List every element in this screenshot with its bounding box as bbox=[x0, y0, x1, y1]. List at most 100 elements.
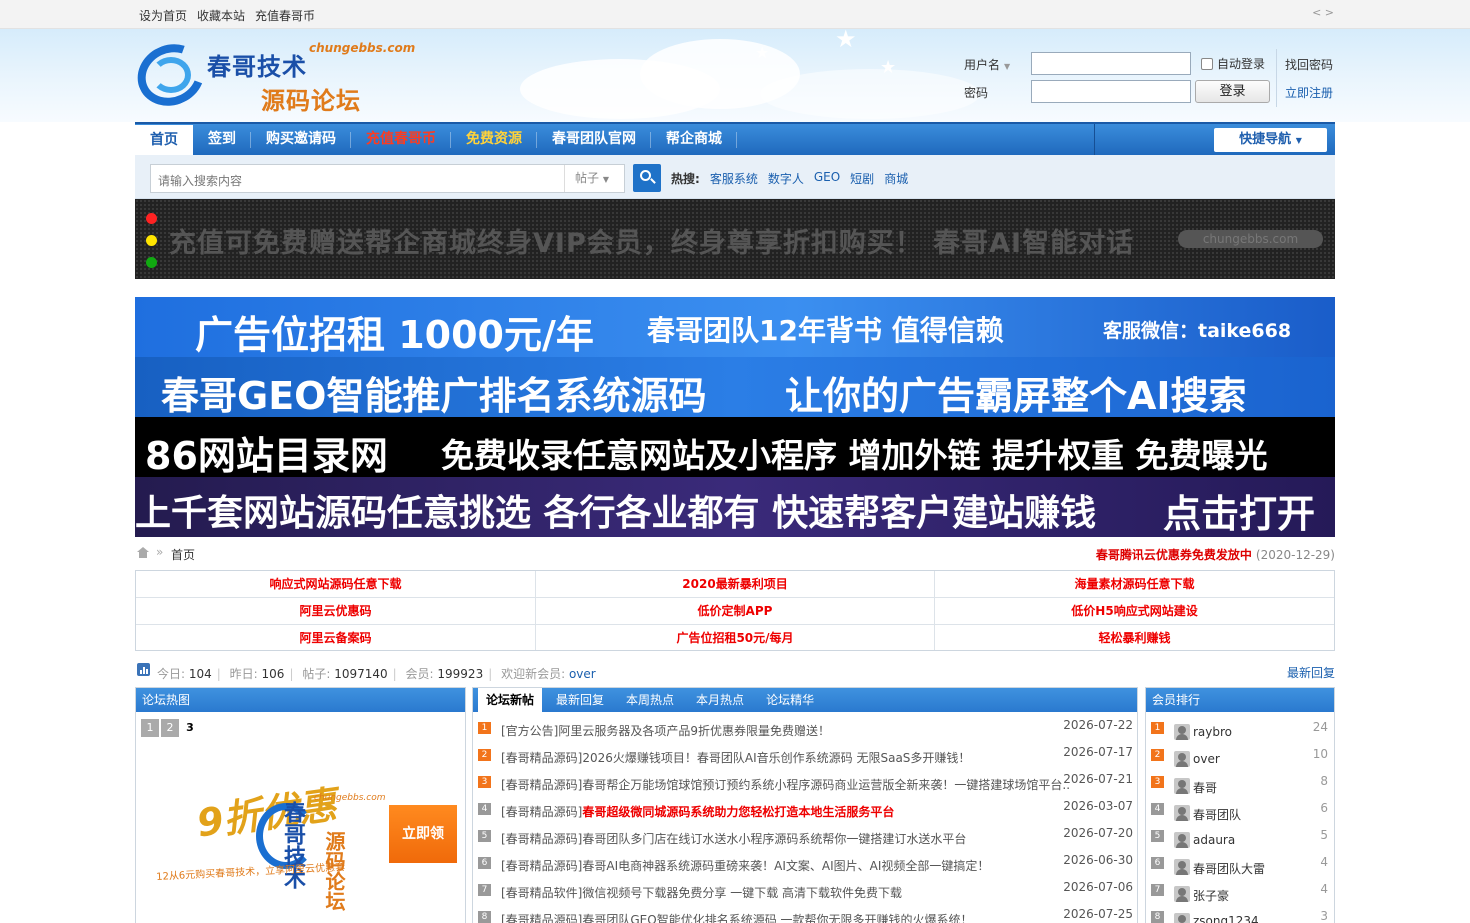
hot-search-item[interactable]: 客服系统 bbox=[710, 170, 758, 187]
promo-link[interactable]: 海量素材源码任意下载 bbox=[935, 571, 1334, 598]
thread-rank-badge: 4 bbox=[478, 803, 491, 815]
led-ticker[interactable]: 充值可免费赠送帮企商城终身VIP会员，终身尊享折扣购买！ 春哥AI智能对话 ch… bbox=[135, 199, 1335, 279]
home-icon[interactable] bbox=[137, 547, 149, 558]
auto-login-checkbox[interactable]: 自动登录 bbox=[1201, 55, 1265, 72]
checkbox-icon[interactable] bbox=[1201, 57, 1213, 70]
thread-tab[interactable]: 论坛新帖 bbox=[478, 688, 543, 712]
slide-page-button[interactable]: 1 bbox=[141, 719, 159, 737]
register-link[interactable]: 立即注册 bbox=[1285, 84, 1333, 101]
avatar[interactable] bbox=[1174, 859, 1190, 875]
find-password-link[interactable]: 找回密码 bbox=[1285, 56, 1333, 73]
thread-category: [春哥精品源码] bbox=[501, 913, 583, 923]
ad-banner-geo[interactable]: 春哥GEO智能推广排名系统源码 让你的广告霸屏整个AI搜索 bbox=[135, 357, 1335, 417]
newest-member-link[interactable]: over bbox=[569, 667, 596, 681]
thread-title-link[interactable]: [春哥精品源码]春哥团队多门店在线订水送水小程序源码系统帮你一键搭建订水送水平台 bbox=[501, 830, 1071, 847]
search-input[interactable]: 请输入搜索内容 帖子 ▼ bbox=[150, 164, 625, 193]
member-name-link[interactable]: zsong1234 bbox=[1193, 914, 1259, 923]
slide-page-button[interactable]: 3 bbox=[181, 719, 199, 737]
member-name-link[interactable]: adaura bbox=[1193, 833, 1235, 847]
slide-pager: 1 2 3 bbox=[141, 719, 199, 737]
search-type-select[interactable]: 帖子 ▼ bbox=[564, 165, 624, 192]
logo-swirl-icon bbox=[151, 57, 191, 93]
member-name-link[interactable]: over bbox=[1193, 752, 1220, 766]
nav-item[interactable]: 签到 bbox=[193, 124, 251, 155]
promo-link[interactable]: 阿里云优惠码 bbox=[136, 598, 536, 625]
promo-link[interactable]: 轻松暴利赚钱 bbox=[935, 625, 1334, 650]
search-button[interactable] bbox=[633, 164, 661, 192]
thread-title-link[interactable]: [春哥精品源码]2026火爆赚钱项目！春哥团队AI音乐创作系统源码 无限SaaS… bbox=[501, 749, 1071, 766]
thread-date: 2026-07-17 bbox=[1063, 745, 1133, 759]
thread-category: [春哥精品源码] bbox=[501, 751, 583, 765]
avatar[interactable] bbox=[1174, 913, 1190, 923]
promo-link[interactable]: 广告位招租50元/每月 bbox=[536, 625, 935, 650]
hot-search-item[interactable]: 商城 bbox=[884, 170, 908, 187]
promo-link[interactable]: 响应式网站源码任意下载 bbox=[136, 571, 536, 598]
member-name-link[interactable]: 春哥 bbox=[1193, 779, 1217, 796]
thread-row: 2 [春哥精品源码]2026火爆赚钱项目！春哥团队AI音乐创作系统源码 无限Saa… bbox=[478, 745, 1137, 772]
promo-link[interactable]: 2020最新暴利项目 bbox=[536, 571, 935, 598]
latest-replies-link[interactable]: 最新回复 bbox=[1287, 664, 1335, 681]
member-name-link[interactable]: 春哥团队大雷 bbox=[1193, 860, 1265, 877]
login-divider bbox=[1276, 49, 1277, 107]
member-name-link[interactable]: 张子豪 bbox=[1193, 887, 1229, 904]
ad-banner-rent[interactable]: 广告位招租 1000元/年 春哥团队12年背书 值得信赖 客服微信：taike6… bbox=[135, 297, 1335, 357]
thread-title-link[interactable]: [春哥精品源码]春哥团队GEO智能优化排名系统源码 一款帮你无限多开赚钱的火爆系… bbox=[501, 911, 1071, 923]
hot-image-slide[interactable]: 9折优惠 chungebbs.com 春哥技术 源码论坛 12从6元购买春哥技术… bbox=[156, 773, 457, 923]
thread-title: 春哥团队GEO智能优化排名系统源码 一款帮你无限多开赚钱的火爆系统！ bbox=[582, 913, 973, 923]
slide-page-button[interactable]: 2 bbox=[161, 719, 179, 737]
member-count: 6 bbox=[1320, 801, 1328, 815]
login-button[interactable]: 登录 bbox=[1195, 80, 1270, 103]
thread-date: 2026-07-25 bbox=[1063, 907, 1133, 921]
promo-link[interactable]: 低价H5响应式网站建设 bbox=[935, 598, 1334, 625]
username-label[interactable]: 用户名 ▼ bbox=[964, 56, 1010, 73]
thread-tab[interactable]: 本月热点 bbox=[688, 688, 752, 712]
hot-search-item[interactable]: 数字人 bbox=[768, 170, 804, 187]
member-name-link[interactable]: 春哥团队 bbox=[1193, 806, 1241, 823]
quick-nav-button[interactable]: 快捷导航 ▼ bbox=[1214, 128, 1327, 152]
bookmark-link[interactable]: 收藏本站 bbox=[197, 7, 245, 24]
avatar[interactable] bbox=[1174, 832, 1190, 848]
thread-tab[interactable]: 最新回复 bbox=[548, 688, 612, 712]
avatar[interactable] bbox=[1174, 805, 1190, 821]
slide-claim-button[interactable]: 立即领 bbox=[389, 805, 457, 863]
ranking-badge: 2 bbox=[1151, 749, 1164, 761]
ranking-badge: 7 bbox=[1151, 884, 1164, 896]
thread-title-link[interactable]: [春哥精品源码]春哥超级微同城源码系统助力您轻松打造本地生活服务平台 bbox=[501, 803, 1071, 820]
nav-items: 首页 签到 购买邀请码 充值春哥币 免费资源 春哥团队官网 帮企商城 bbox=[135, 124, 1335, 155]
password-input[interactable] bbox=[1031, 80, 1191, 103]
thread-title-link[interactable]: [官方公告]阿里云服务器及各项产品9折优惠券限量免费赠送！ bbox=[501, 722, 1071, 739]
avatar[interactable] bbox=[1174, 724, 1190, 740]
member-name-link[interactable]: raybro bbox=[1193, 725, 1232, 739]
breadcrumb-current[interactable]: 首页 bbox=[171, 546, 195, 563]
nav-item[interactable]: 首页 bbox=[135, 125, 193, 155]
banner-text: 上千套网站源码任意挑选 各行各业都有 快速帮客户建站赚钱 bbox=[135, 493, 1097, 534]
avatar[interactable] bbox=[1174, 778, 1190, 794]
thread-title-link[interactable]: [春哥精品源码]春哥AI电商神器系统源码重磅来袭！AI文案、AI图片、AI视频全… bbox=[501, 857, 1071, 874]
thread-tab[interactable]: 论坛精华 bbox=[758, 688, 822, 712]
thread-title-link[interactable]: [春哥精品源码]春哥帮企万能场馆球馆预订预约系统小程序源码商业运营版全新来袭！一… bbox=[501, 776, 1071, 793]
recharge-link[interactable]: 充值春哥币 bbox=[255, 7, 315, 24]
hot-search-item[interactable]: 短剧 bbox=[850, 170, 874, 187]
avatar[interactable] bbox=[1174, 751, 1190, 767]
panel-title: 论坛热图 bbox=[136, 688, 465, 712]
ad-banner-source-code[interactable]: 上千套网站源码任意挑选 各行各业都有 快速帮客户建站赚钱 点击打开 bbox=[135, 477, 1335, 537]
nav-item[interactable]: 购买邀请码 bbox=[251, 124, 351, 155]
nav-item[interactable]: 帮企商城 bbox=[651, 124, 737, 155]
logo-url: chungebbs.com bbox=[309, 41, 416, 55]
promo-link[interactable]: 低价定制APP bbox=[536, 598, 935, 625]
width-toggle-icon[interactable]: < > bbox=[1312, 6, 1334, 19]
announcement-link[interactable]: 春哥腾讯云优惠券免费发放中 (2020-12-29) bbox=[1096, 546, 1335, 563]
thread-tab[interactable]: 本周热点 bbox=[618, 688, 682, 712]
ad-banner-directory[interactable]: 86网站目录网 免费收录任意网站及小程序 增加外链 提升权重 免费曝光 bbox=[135, 417, 1335, 477]
promo-link[interactable]: 阿里云备案码 bbox=[136, 625, 536, 650]
set-homepage-link[interactable]: 设为首页 bbox=[139, 7, 187, 24]
username-input[interactable] bbox=[1031, 52, 1191, 75]
avatar[interactable] bbox=[1174, 886, 1190, 902]
thread-title-link[interactable]: [春哥精品软件]微信视频号下载器免费分享 一键下载 高清下载软件免费下载 bbox=[501, 884, 1071, 901]
thread-category: [春哥精品源码] bbox=[501, 832, 583, 846]
site-logo[interactable]: 春哥技术 源码论坛 chungebbs.com bbox=[127, 33, 415, 117]
hot-search-item[interactable]: GEO bbox=[814, 170, 840, 187]
nav-item[interactable]: 春哥团队官网 bbox=[537, 124, 651, 155]
nav-item[interactable]: 免费资源 bbox=[451, 124, 537, 155]
nav-item[interactable]: 充值春哥币 bbox=[351, 124, 451, 155]
